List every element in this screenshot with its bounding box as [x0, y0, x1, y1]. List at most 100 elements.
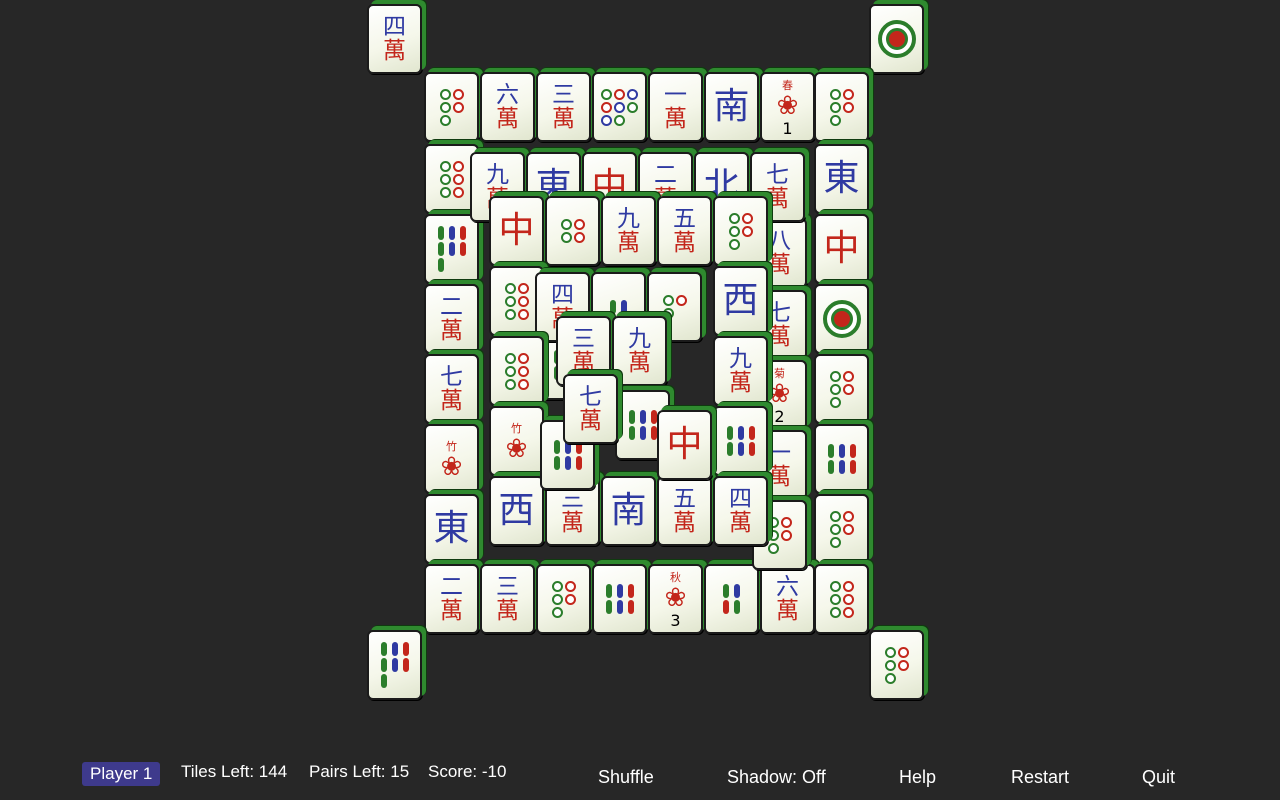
character-tile[interactable]: 六萬: [760, 564, 815, 634]
honor-glyph: 東: [823, 158, 860, 199]
bamboo-stick-icon: [628, 410, 635, 424]
dots-tile[interactable]: [489, 336, 544, 406]
dot-icon: [842, 383, 854, 395]
tile-wan-glyph: 萬: [768, 463, 791, 490]
character-tile[interactable]: 七萬: [563, 374, 618, 444]
bamboo-tile[interactable]: [424, 214, 479, 284]
flower-icon: ❀: [505, 434, 528, 464]
dot-icon: [614, 114, 625, 126]
character-tile[interactable]: 九萬: [601, 196, 656, 266]
tile-wan-glyph: 萬: [383, 37, 406, 64]
bamboo-stick-icon: [380, 642, 387, 656]
character-tile[interactable]: 四萬: [713, 476, 768, 546]
dot-icon: [780, 529, 792, 541]
tile-numeral: 七: [440, 363, 463, 390]
flower-icon: ❀: [440, 452, 463, 482]
bamboo-tile[interactable]: [367, 630, 422, 700]
honor-tile[interactable]: 南: [601, 476, 656, 546]
bamboo-tile[interactable]: [814, 424, 869, 494]
honor-glyph: 南: [610, 490, 647, 531]
character-tile[interactable]: 二萬: [424, 564, 479, 634]
dots-grid: [767, 516, 792, 554]
character-tile[interactable]: 九萬: [713, 336, 768, 406]
flower-tile[interactable]: 竹 ❀: [489, 406, 544, 476]
dots-tile[interactable]: [592, 72, 647, 142]
honor-tile[interactable]: 東: [814, 144, 869, 214]
bamboo-stick-icon: [639, 410, 646, 424]
bamboo-stick-icon: [437, 258, 444, 272]
flower-tile[interactable]: 春 ❀ 1: [760, 72, 815, 142]
tile-wan-glyph: 萬: [768, 251, 791, 278]
tile-numeral: 七: [579, 383, 602, 410]
tile-numeral: 四: [551, 281, 574, 308]
honor-tile[interactable]: 南: [704, 72, 759, 142]
character-tile[interactable]: 三萬: [480, 564, 535, 634]
character-tile[interactable]: 四萬: [367, 4, 422, 74]
honor-tile[interactable]: 中: [489, 196, 544, 266]
dots-tile[interactable]: [713, 196, 768, 266]
honor-tile[interactable]: 中: [814, 214, 869, 284]
tile-wan-glyph: 萬: [768, 323, 791, 350]
flower-tile[interactable]: 秋 ❀ 3: [648, 564, 703, 634]
honor-tile[interactable]: 西: [489, 476, 544, 546]
dots-grid: [439, 88, 464, 126]
dot-icon: [452, 88, 464, 100]
dots-tile[interactable]: [536, 564, 591, 634]
dots-tile[interactable]: [814, 72, 869, 142]
tile-wan-glyph: 萬: [440, 597, 463, 624]
dot-icon: [504, 295, 516, 307]
bamboo-grid: [437, 226, 466, 272]
dot-icon: [551, 606, 563, 618]
dot-icon: [551, 580, 563, 592]
character-tile[interactable]: 九萬: [612, 316, 667, 386]
flower-art: 秋 ❀: [665, 569, 687, 611]
bamboo-tile[interactable]: [592, 564, 647, 634]
shadow-toggle-button[interactable]: Shadow: Off: [727, 767, 826, 788]
character-tile[interactable]: 三萬: [536, 72, 591, 142]
character-tile[interactable]: 五萬: [657, 196, 712, 266]
dots-tile[interactable]: [424, 72, 479, 142]
character-tile[interactable]: 七萬: [424, 354, 479, 424]
character-tile[interactable]: 六萬: [480, 72, 535, 142]
shuffle-button[interactable]: Shuffle: [598, 767, 654, 788]
tile-wan-glyph: 萬: [776, 597, 799, 624]
dots-tile[interactable]: [814, 564, 869, 634]
circle-tile[interactable]: [814, 284, 869, 354]
dot-icon: [741, 212, 753, 224]
honor-tile[interactable]: 東: [424, 494, 479, 564]
honor-glyph: 西: [722, 280, 759, 321]
dot-icon: [452, 186, 464, 198]
tile-numeral: 九: [486, 161, 509, 188]
bamboo-tile[interactable]: [704, 564, 759, 634]
quit-button[interactable]: Quit: [1142, 767, 1175, 788]
honor-tile[interactable]: 中: [657, 410, 712, 480]
bamboo-stick-icon: [553, 456, 560, 470]
circle-tile[interactable]: [869, 4, 924, 74]
character-tile[interactable]: 二萬: [424, 284, 479, 354]
dots-grid: [829, 510, 854, 548]
restart-button[interactable]: Restart: [1011, 767, 1069, 788]
dot-icon: [780, 516, 792, 528]
bamboo-tile[interactable]: [713, 406, 768, 476]
honor-tile[interactable]: 西: [713, 266, 768, 336]
tile-wan-glyph: 萬: [628, 349, 651, 376]
dot-icon: [439, 173, 451, 185]
dot-icon: [842, 593, 854, 605]
bamboo-stick-icon: [737, 442, 744, 456]
tile-wan-glyph: 萬: [673, 509, 696, 536]
dot-icon: [842, 580, 854, 592]
flower-tile[interactable]: 竹 ❀: [424, 424, 479, 494]
dot-icon: [439, 114, 451, 126]
character-tile[interactable]: 五萬: [657, 476, 712, 546]
tile-wan-glyph: 萬: [552, 105, 575, 132]
bamboo-grid: [726, 426, 755, 456]
character-tile[interactable]: 一萬: [648, 72, 703, 142]
dots-tile[interactable]: [545, 196, 600, 266]
dots-tile[interactable]: [814, 354, 869, 424]
dots-tile[interactable]: [869, 630, 924, 700]
help-button[interactable]: Help: [899, 767, 936, 788]
dots-tile[interactable]: [814, 494, 869, 564]
bamboo-stick-icon: [748, 442, 755, 456]
dot-icon: [614, 101, 625, 113]
bamboo-stick-icon: [448, 226, 455, 240]
